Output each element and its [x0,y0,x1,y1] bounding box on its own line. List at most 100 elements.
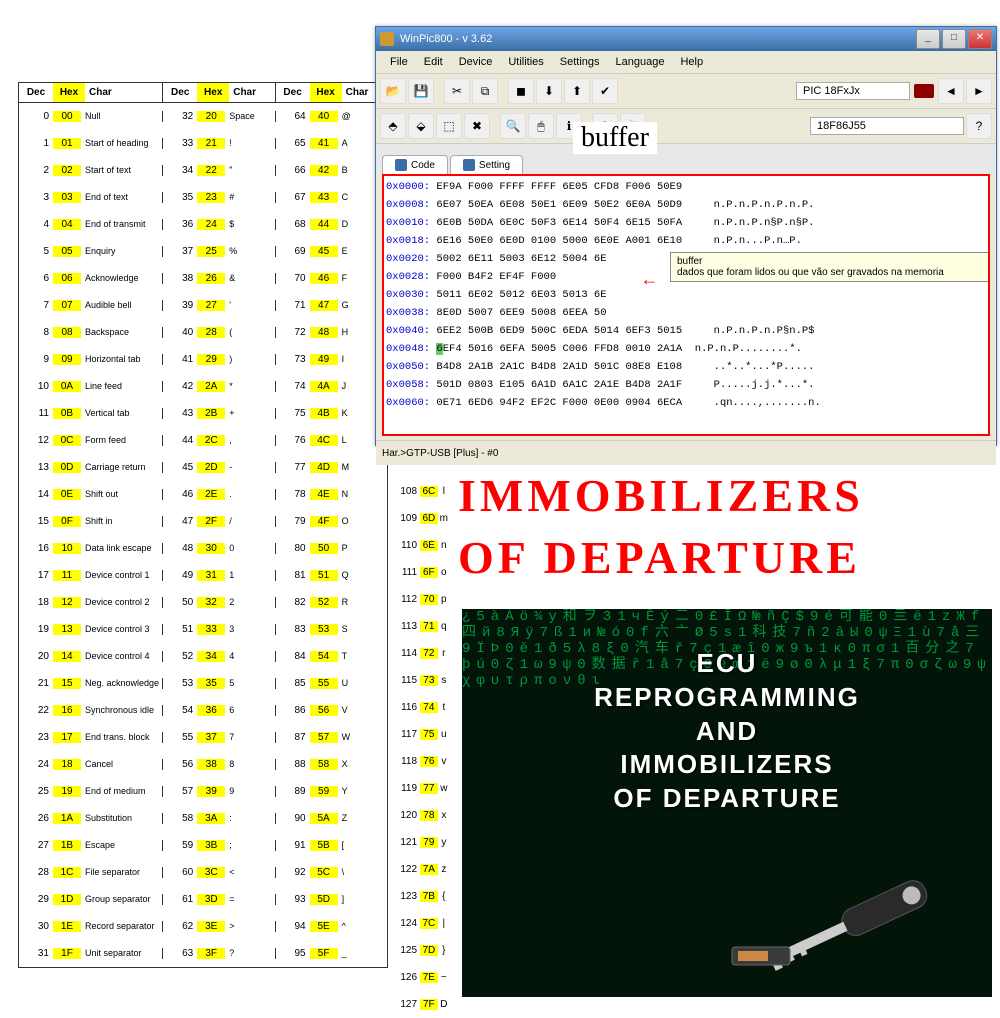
cell-dec: 27 [19,840,53,851]
ext-char: t [438,702,450,713]
cell-dec: 7 [19,300,53,311]
cell-char: Acknowledge [81,273,162,284]
menu-device[interactable]: Device [451,54,501,70]
hex-dump[interactable]: 0x0000: EF9A F000 FFFF FFFF 6E05 CFD8 F0… [382,174,990,436]
cell-hex: 3E [197,921,225,932]
ascii-row: 1812Device control 2503228252R [19,589,387,616]
tab-setting[interactable]: Setting [450,155,523,174]
cell-char: [ [338,840,387,851]
cell-hex: 39 [197,786,225,797]
ascii-row: 909Horizontal tab4129)7349I [19,346,387,373]
cell-char: " [225,165,274,176]
minimize-button[interactable]: _ [916,29,940,49]
hex-line[interactable]: 0x0058: 501D 0803 E105 6A1D 6A1C 2A1E B4… [386,376,986,394]
cell-dec: 61 [163,894,197,905]
menu-edit[interactable]: Edit [416,54,451,70]
nav-right-icon[interactable]: ► [966,78,992,104]
hex-line[interactable]: 0x0008: 6E07 50EA 6E08 50E1 6E09 50E2 6E… [386,196,986,214]
cell-char: ; [225,840,274,851]
copy-icon[interactable]: ⧉ [472,78,498,104]
ascii-ext-row: 1086Cl [395,478,450,505]
menu-file[interactable]: File [382,54,416,70]
cell-dec: 23 [19,732,53,743]
nav-left-icon[interactable]: ◄ [938,78,964,104]
cursor-icon[interactable]: 🖱 [528,113,554,139]
book-line5: OF DEPARTURE [462,782,992,816]
cell-hex: 4A [310,381,338,392]
cell-dec: 70 [276,273,310,284]
hex-line[interactable]: 0x0050: B4D8 2A1B 2A1C B4D8 2A1D 501C 08… [386,358,986,376]
verify-icon[interactable]: ✔ [592,78,618,104]
cell-char: / [225,516,274,527]
erase-icon[interactable]: ✖ [464,113,490,139]
ext-dec: 122 [395,864,420,875]
cell-char: ( [225,327,274,338]
ext-dec: 111 [395,567,420,578]
cell-hex: 1D [53,894,81,905]
cell-char: 7 [225,732,274,743]
cell-char: Line feed [81,381,162,392]
cell-dec: 75 [276,408,310,419]
search-icon[interactable]: 🔍 [500,113,526,139]
program-all-icon[interactable]: ⬙ [408,113,434,139]
device-part-select[interactable]: 18F86J55 [810,117,964,135]
hex-line[interactable]: 0x0048: 6EF4 5016 6EFA 5005 C006 FFD8 00… [386,340,986,358]
menu-help[interactable]: Help [672,54,711,70]
ext-dec: 123 [395,891,420,902]
cell-dec: 80 [276,543,310,554]
cell-dec: 74 [276,381,310,392]
cell-dec: 28 [19,867,53,878]
cell-char: Space [225,111,274,122]
cell-dec: 6 [19,273,53,284]
device-family-select[interactable]: PIC 18FxJx [796,82,910,100]
tab-setting-label: Setting [479,160,510,171]
hex-line[interactable]: 0x0038: 8E0D 5007 6EE9 5008 6EEA 50 [386,304,986,322]
close-button[interactable]: ✕ [968,29,992,49]
header-hex: Hex [53,83,85,102]
menu-language[interactable]: Language [608,54,673,70]
write-icon[interactable]: ⬆ [564,78,590,104]
cell-dec: 25 [19,786,53,797]
tab-code[interactable]: Code [382,155,448,174]
ascii-ext-row: 11876v [395,748,450,775]
save-icon[interactable]: 💾 [408,78,434,104]
hex-line[interactable]: 0x0018: 6E16 50E0 6E0D 0100 5000 6E0E A0… [386,232,986,250]
header-dec: Dec [19,83,53,102]
hex-line[interactable]: 0x0030: 5011 6E02 5012 6E03 5013 6E [386,286,986,304]
cell-dec: 11 [19,408,53,419]
cell-dec: 14 [19,489,53,500]
cut-icon[interactable]: ✂ [444,78,470,104]
read-icon[interactable]: ⬇ [536,78,562,104]
hex-line[interactable]: 0x0010: 6E0B 50DA 6E0C 50F3 6E14 50F4 6E… [386,214,986,232]
cell-dec: 56 [163,759,197,770]
cell-dec: 17 [19,570,53,581]
hex-line[interactable]: 0x0040: 6EE2 500B 6ED9 500C 6EDA 5014 6E… [386,322,986,340]
chip-icon[interactable]: ◼ [508,78,534,104]
maximize-button[interactable]: □ [942,29,966,49]
ext-char: D [438,999,450,1010]
ext-hex: 6F [420,567,438,578]
tooltip: buffer dados que foram lidos ou que vão … [670,252,990,282]
cell-dec: 38 [163,273,197,284]
ascii-ext-row: 11472r [395,640,450,667]
cell-dec: 77 [276,462,310,473]
menu-settings[interactable]: Settings [552,54,608,70]
cell-char: Vertical tab [81,408,162,419]
cell-char: 5 [225,678,274,689]
cell-dec: 64 [276,111,310,122]
cell-hex: 5F [310,948,338,959]
cell-hex: 1E [53,921,81,932]
hex-line[interactable]: 0x0000: EF9A F000 FFFF FFFF 6E05 CFD8 F0… [386,178,986,196]
app-icon [380,32,394,46]
open-icon[interactable]: 📂 [380,78,406,104]
help-icon[interactable]: ? [966,113,992,139]
cell-char: , [225,435,274,446]
titlebar[interactable]: WinPic800 - v 3.62 _ □ ✕ [376,27,996,51]
verify-all-icon[interactable]: ⬚ [436,113,462,139]
read-all-icon[interactable]: ⬘ [380,113,406,139]
ascii-row: 404End of transmit3624$6844D [19,211,387,238]
menu-utilities[interactable]: Utilities [500,54,551,70]
cell-hex: 57 [310,732,338,743]
hex-line[interactable]: 0x0060: 0E71 6ED6 94F2 EF2C F000 0E00 09… [386,394,986,412]
book-cover: ¿5àÁö¾у和ヲ31чÊý二0£ĪΩ№ñÇ$9é可能0亖ë1zЖf四й8Яÿ7… [462,609,992,997]
